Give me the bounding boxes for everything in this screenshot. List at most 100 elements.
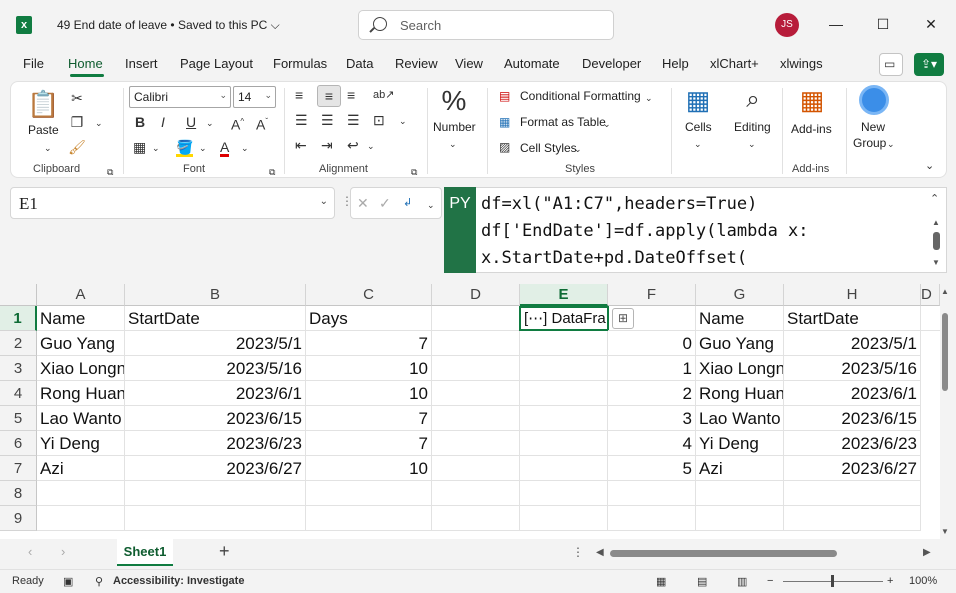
cell-d4[interactable] bbox=[432, 381, 520, 406]
column-header-d[interactable]: D bbox=[432, 284, 520, 306]
cell-d2[interactable] bbox=[432, 331, 520, 356]
cell-e6[interactable] bbox=[520, 431, 608, 456]
conditional-formatting-button[interactable]: Conditional Formatting bbox=[520, 89, 641, 103]
tab-data[interactable]: Data bbox=[346, 56, 373, 71]
select-all-corner[interactable] bbox=[0, 284, 37, 306]
cell-h4[interactable]: 2023/6/1 bbox=[784, 381, 921, 406]
minimize-icon[interactable]: — bbox=[826, 14, 846, 34]
chevron-down-icon[interactable]: ⌄ bbox=[603, 114, 611, 134]
chevron-down-icon[interactable]: ⌄ bbox=[152, 138, 160, 158]
cell-b6[interactable]: 2023/6/23 bbox=[125, 431, 306, 456]
row-header-4[interactable]: 4 bbox=[0, 381, 37, 406]
chevron-down-icon[interactable]: ⌄ bbox=[367, 136, 375, 156]
cell-c5[interactable]: 7 bbox=[306, 406, 432, 431]
chevron-down-icon[interactable]: ⌄ bbox=[241, 138, 249, 158]
cell-e1-dataframe[interactable]: [⋯] DataFra bbox=[519, 306, 609, 331]
cell-g4[interactable]: Rong Huan bbox=[696, 381, 784, 406]
cell-f2[interactable]: 0 bbox=[608, 331, 696, 356]
copy-icon[interactable]: ❐ bbox=[67, 112, 87, 132]
cell-d9[interactable] bbox=[432, 506, 520, 531]
cell-d7[interactable] bbox=[432, 456, 520, 481]
cell-f3[interactable]: 1 bbox=[608, 356, 696, 381]
new-group-label-2[interactable]: Group bbox=[853, 136, 886, 150]
cell-c6[interactable]: 7 bbox=[306, 431, 432, 456]
avatar[interactable]: JS bbox=[775, 13, 799, 37]
dialog-launcher-icon[interactable]: ⧉ bbox=[411, 162, 417, 182]
cell-e3[interactable] bbox=[520, 356, 608, 381]
cell-a1[interactable]: Name bbox=[37, 306, 125, 331]
chevron-down-icon[interactable]: ⌄ bbox=[748, 134, 756, 154]
cell-g2[interactable]: Guo Yang bbox=[696, 331, 784, 356]
chevron-down-icon[interactable]: ⌄ bbox=[887, 134, 895, 154]
tab-view[interactable]: View bbox=[455, 56, 483, 71]
chevron-down-icon[interactable]: ⌄ bbox=[199, 138, 207, 158]
chevron-down-icon[interactable]: ⌄ bbox=[449, 134, 457, 154]
cell-b1[interactable]: StartDate bbox=[125, 306, 306, 331]
chevron-down-icon[interactable]: ⌄ bbox=[399, 111, 407, 131]
cell-h8[interactable] bbox=[784, 481, 921, 506]
cell-g5[interactable]: Lao Wanto bbox=[696, 406, 784, 431]
enter-icon[interactable]: ✓ bbox=[379, 193, 391, 213]
maximize-icon[interactable]: ☐ bbox=[873, 14, 893, 34]
borders-icon[interactable]: ▦ bbox=[133, 137, 146, 157]
cell-e2[interactable] bbox=[520, 331, 608, 356]
search-box[interactable]: Search bbox=[358, 10, 614, 40]
cell-d8[interactable] bbox=[432, 481, 520, 506]
cell-h5[interactable]: 2023/6/15 bbox=[784, 406, 921, 431]
horizontal-scroll-thumb[interactable] bbox=[610, 550, 837, 557]
cell-d3[interactable] bbox=[432, 356, 520, 381]
accessibility-icon[interactable]: ⚲ bbox=[95, 575, 103, 588]
cell-f5[interactable]: 3 bbox=[608, 406, 696, 431]
tab-automate[interactable]: Automate bbox=[504, 56, 560, 71]
chevron-down-icon[interactable]: ⌄ bbox=[694, 134, 702, 154]
cell-i1[interactable] bbox=[921, 306, 940, 331]
cell-a4[interactable]: Rong Huan bbox=[37, 381, 125, 406]
column-header-b[interactable]: B bbox=[125, 284, 306, 306]
cell-d6[interactable] bbox=[432, 431, 520, 456]
cell-g7[interactable]: Azi bbox=[696, 456, 784, 481]
column-header-f[interactable]: F bbox=[608, 284, 696, 306]
comments-button[interactable]: ▭ bbox=[879, 53, 903, 76]
column-header-e[interactable]: E bbox=[520, 284, 608, 306]
italic-button[interactable]: I bbox=[161, 112, 165, 132]
cell-a2[interactable]: Guo Yang bbox=[37, 331, 125, 356]
dialog-launcher-icon[interactable]: ⧉ bbox=[107, 162, 113, 182]
merge-center-icon[interactable]: ⊡ bbox=[373, 110, 385, 130]
cell-a3[interactable]: Xiao Longn bbox=[37, 356, 125, 381]
chevron-up-icon[interactable]: ▲ bbox=[932, 218, 940, 227]
increase-indent-icon[interactable]: ⇥ bbox=[321, 135, 333, 155]
wrap-text-icon[interactable]: ↩ bbox=[347, 135, 359, 155]
scroll-right-icon[interactable]: ▶ bbox=[923, 547, 931, 558]
cell-f6[interactable]: 4 bbox=[608, 431, 696, 456]
python-output-icon[interactable]: ↲ bbox=[403, 193, 412, 213]
decrease-font-icon[interactable]: Aˇ bbox=[256, 112, 268, 135]
macro-recorder-icon[interactable]: ▣ bbox=[63, 575, 73, 588]
tab-review[interactable]: Review bbox=[395, 56, 438, 71]
chevron-down-icon[interactable]: ⌄ bbox=[574, 139, 582, 159]
document-title[interactable]: 49 End date of leave • Saved to this PC … bbox=[57, 18, 280, 33]
cell-f7[interactable]: 5 bbox=[608, 456, 696, 481]
format-as-table-button[interactable]: Format as Table bbox=[520, 115, 606, 129]
underline-button[interactable]: U bbox=[186, 112, 196, 132]
add-sheet-button[interactable]: + bbox=[219, 541, 230, 562]
page-break-view-icon[interactable]: ▥ bbox=[737, 575, 747, 588]
align-middle-icon[interactable]: ≡ bbox=[317, 85, 341, 107]
align-left-icon[interactable]: ☰ bbox=[295, 110, 308, 130]
font-color-icon[interactable]: A bbox=[220, 137, 230, 157]
name-box[interactable]: E1 ⌄ bbox=[10, 187, 335, 219]
cut-icon[interactable]: ✂ bbox=[67, 88, 87, 108]
cell-b9[interactable] bbox=[125, 506, 306, 531]
align-right-icon[interactable]: ☰ bbox=[347, 110, 360, 130]
scroll-down-icon[interactable]: ▼ bbox=[941, 527, 949, 536]
chevron-down-icon[interactable]: ▼ bbox=[932, 258, 940, 267]
tab-file[interactable]: File bbox=[23, 56, 44, 71]
row-header-6[interactable]: 6 bbox=[0, 431, 37, 456]
cell-g9[interactable] bbox=[696, 506, 784, 531]
tab-formulas[interactable]: Formulas bbox=[273, 56, 327, 71]
tab-developer[interactable]: Developer bbox=[582, 56, 641, 71]
cell-a5[interactable]: Lao Wanto bbox=[37, 406, 125, 431]
chevron-down-icon[interactable]: ⌄ bbox=[95, 113, 103, 133]
column-header-i[interactable]: D bbox=[921, 284, 940, 306]
row-header-2[interactable]: 2 bbox=[0, 331, 37, 356]
increase-font-icon[interactable]: A^ bbox=[231, 112, 244, 135]
